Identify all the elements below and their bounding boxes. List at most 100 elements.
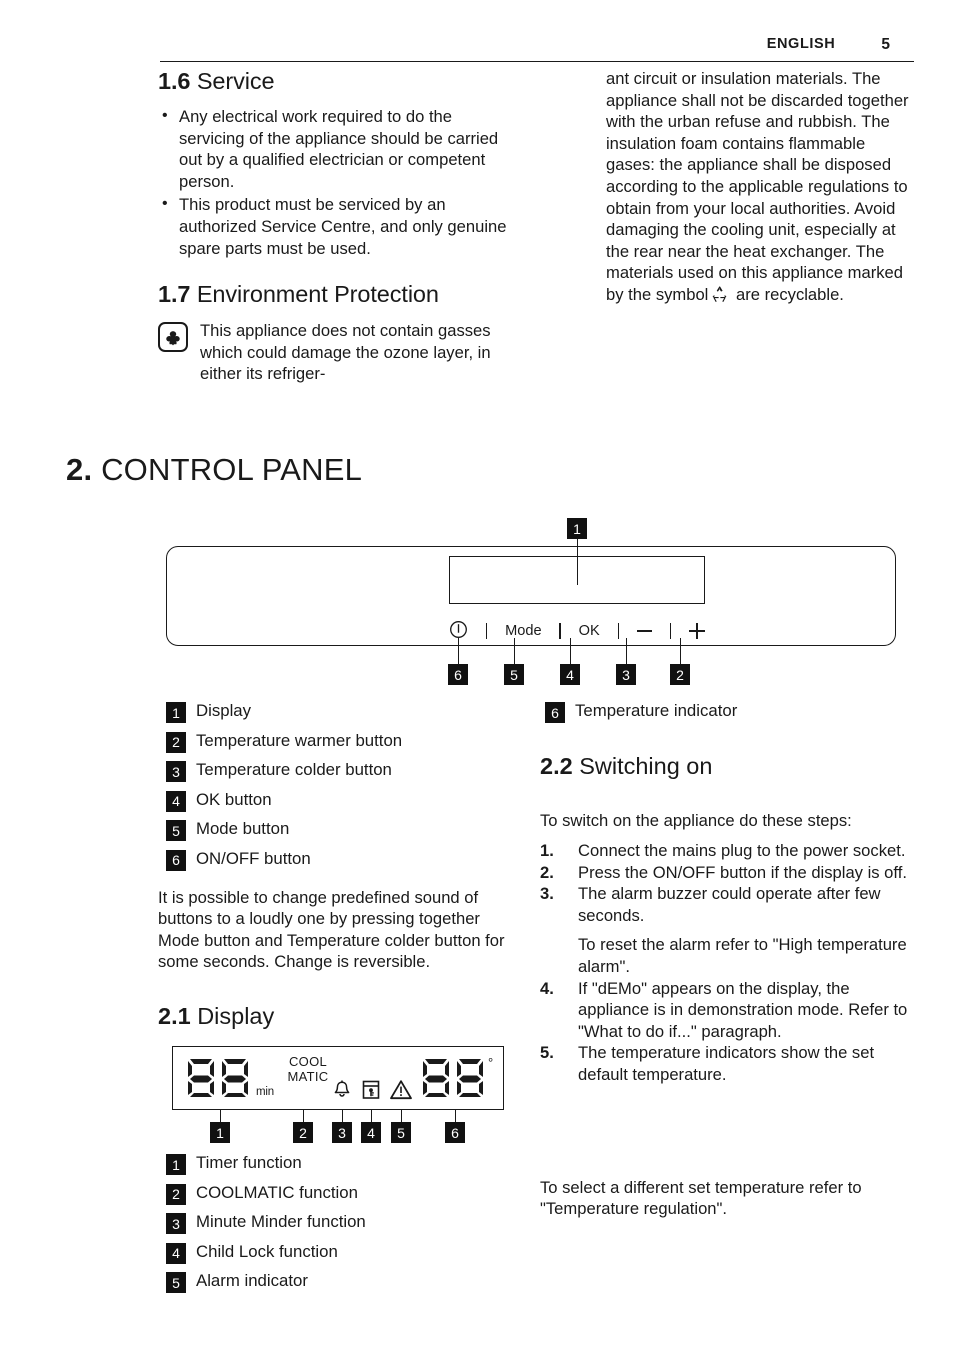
legend-badge: 1 bbox=[166, 702, 186, 723]
main-section-number: 2. bbox=[66, 452, 93, 487]
legend-badge: 5 bbox=[166, 1272, 186, 1293]
list-item: Any electrical work required to do the s… bbox=[158, 105, 516, 192]
callout-badge-display: 1 bbox=[567, 518, 587, 539]
step-text: The alarm buzzer could operate after few… bbox=[578, 884, 881, 925]
leader-line bbox=[577, 539, 579, 585]
callout-badge-colder: 3 bbox=[616, 664, 636, 685]
list-item: 3 Temperature colder button bbox=[166, 759, 516, 782]
legend-label: ON/OFF button bbox=[196, 848, 311, 868]
step-number: 4. bbox=[540, 978, 554, 998]
list-item: 2 Temperature warmer button bbox=[166, 730, 516, 753]
list-item: 5 Mode button bbox=[166, 818, 516, 841]
list-item: 1 Display bbox=[166, 700, 516, 723]
button-separator bbox=[485, 623, 488, 639]
main-section-title: CONTROL PANEL bbox=[101, 452, 363, 487]
section-1-7-heading: 1.7 Environment Protection bbox=[158, 281, 516, 308]
step-text: Press the ON/OFF button if the display i… bbox=[578, 862, 907, 882]
mode-button[interactable]: Mode bbox=[505, 624, 542, 639]
legend-badge: 2 bbox=[166, 1183, 186, 1205]
left-column-top: 1.6 Service Any electrical work required… bbox=[158, 68, 516, 385]
switching-on-outro: To select a different set temperature re… bbox=[540, 1177, 862, 1219]
button-separator bbox=[559, 623, 561, 639]
list-item: 4 OK button bbox=[166, 789, 516, 812]
page-header: ENGLISH 5 bbox=[160, 36, 914, 62]
recycling-paragraph: ant circuit or insulation materials. The… bbox=[606, 68, 918, 309]
legend-label: Mode button bbox=[196, 819, 290, 838]
leader-line bbox=[458, 638, 460, 666]
environment-protection-text: This appliance does not contain gasses w… bbox=[200, 321, 491, 384]
legend-badge: 6 bbox=[545, 702, 565, 723]
ok-button[interactable]: OK bbox=[579, 624, 600, 639]
legend-badge: 6 bbox=[166, 849, 186, 871]
display-legend: 1 Timer function 2 COOLMATIC function 3 … bbox=[166, 1152, 516, 1300]
list-item: 2 COOLMATIC function bbox=[166, 1182, 516, 1205]
legend-badge: 4 bbox=[166, 790, 186, 812]
header-page-number: 5 bbox=[881, 36, 890, 53]
coolmatic-line-1: COOL bbox=[288, 1054, 328, 1069]
legend-badge: 1 bbox=[166, 1154, 186, 1175]
legend-label: Child Lock function bbox=[196, 1241, 338, 1261]
section-1-7-title: Environment Protection bbox=[196, 281, 439, 308]
plus-icon bbox=[688, 623, 705, 639]
legend-label: Timer function bbox=[196, 1153, 302, 1172]
legend-label: Alarm indicator bbox=[196, 1271, 308, 1290]
button-separator bbox=[617, 623, 619, 639]
legend-label: Minute Minder function bbox=[196, 1212, 366, 1231]
flower-icon bbox=[158, 322, 188, 353]
environment-protection-block: This appliance does not contain gasses w… bbox=[158, 319, 516, 385]
list-item: 2. Press the ON/OFF button if the displa… bbox=[540, 862, 918, 884]
legend-badge: 5 bbox=[166, 820, 186, 841]
list-item: 4 Child Lock function bbox=[166, 1241, 516, 1264]
control-panel-legend-left: 1 Display 2 Temperature warmer button 3 … bbox=[166, 700, 516, 877]
coolmatic-line-2: MATIC bbox=[287, 1068, 329, 1084]
list-item: 3. The alarm buzzer could operate after … bbox=[540, 883, 918, 926]
legend-label: OK button bbox=[196, 789, 272, 809]
callout-badge-timer: 1 bbox=[210, 1122, 230, 1143]
list-item: This product must be serviced by an auth… bbox=[158, 193, 516, 259]
step-number: 1. bbox=[540, 841, 554, 860]
control-panel-figure: 1 Mode OK 6 5 4 3 2 bbox=[166, 518, 896, 688]
control-panel-legend-right: 6 Temperature indicator bbox=[545, 700, 915, 730]
page-title: 2. CONTROL PANEL bbox=[66, 452, 362, 488]
list-item: 6 ON/OFF button bbox=[166, 848, 516, 871]
step-substep: To reset the alarm refer to "High temper… bbox=[578, 935, 907, 976]
recycling-text-after: are recyclable. bbox=[736, 284, 844, 304]
right-column-top: ant circuit or insulation materials. The… bbox=[606, 68, 918, 309]
list-item: 1. Connect the mains plug to the power s… bbox=[540, 840, 918, 862]
timer-unit-label: min bbox=[256, 1086, 274, 1098]
timer-digits bbox=[186, 1057, 254, 1104]
switching-on-steps: 1. Connect the mains plug to the power s… bbox=[540, 840, 918, 1086]
temperature-warmer-button[interactable] bbox=[688, 623, 705, 639]
callout-badge-coolmatic: 2 bbox=[293, 1122, 313, 1143]
bell-icon bbox=[331, 1079, 353, 1106]
step-text: The temperature indicators show the set … bbox=[578, 1043, 875, 1084]
degree-symbol: ° bbox=[488, 1055, 494, 1070]
legend-label: Temperature colder button bbox=[196, 760, 392, 779]
section-1-6-heading: 1.6 Service bbox=[158, 68, 516, 95]
callout-badge-ok: 4 bbox=[560, 664, 580, 685]
step-number: 3. bbox=[540, 884, 554, 904]
leader-line bbox=[514, 638, 516, 666]
coolmatic-label: COOL MATIC bbox=[278, 1054, 338, 1084]
section-2-1-number: 2.1 bbox=[158, 1003, 191, 1029]
section-2-2-title: Switching on bbox=[579, 753, 713, 779]
legend-badge: 2 bbox=[166, 731, 186, 753]
recycle-icon bbox=[710, 284, 729, 309]
legend-label: Temperature indicator bbox=[575, 701, 738, 720]
callout-badge-child-lock: 4 bbox=[361, 1122, 381, 1143]
button-separator bbox=[669, 623, 672, 639]
step-number: 5. bbox=[540, 1043, 554, 1063]
header-language: ENGLISH bbox=[766, 36, 836, 52]
leader-line bbox=[680, 638, 682, 666]
list-item: 4. If "dEMo" appears on the display, the… bbox=[540, 978, 918, 1043]
section-1-6-number: 1.6 bbox=[158, 68, 191, 94]
list-item: 5. The temperature indicators show the s… bbox=[540, 1042, 918, 1085]
section-2-2-heading: 2.2 Switching on bbox=[540, 753, 712, 780]
list-item: 1 Timer function bbox=[166, 1152, 516, 1175]
temperature-digits bbox=[421, 1057, 489, 1104]
child-lock-icon bbox=[360, 1079, 382, 1106]
minus-icon bbox=[636, 630, 652, 632]
temperature-colder-button[interactable] bbox=[636, 630, 652, 632]
legend-label: COOLMATIC function bbox=[196, 1182, 358, 1202]
callout-badge-alarm: 5 bbox=[391, 1122, 411, 1143]
